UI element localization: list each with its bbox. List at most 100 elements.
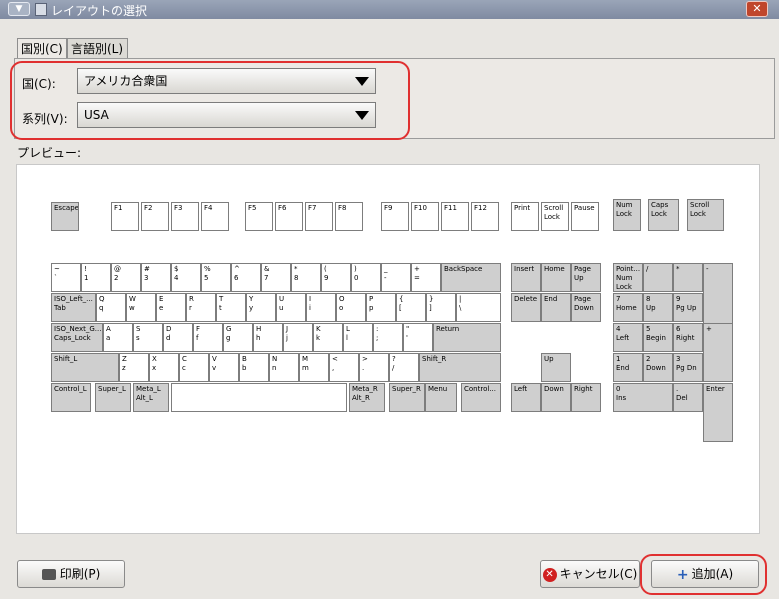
keyboard-key: : ; bbox=[373, 323, 403, 352]
keyboard-key: X x bbox=[149, 353, 179, 382]
keyboard-key: B b bbox=[239, 353, 269, 382]
keyboard-key: # 3 bbox=[141, 263, 171, 292]
keyboard-key: Point... Num Lock bbox=[613, 263, 643, 292]
keyboard-key: M m bbox=[299, 353, 329, 382]
keyboard-preview: Escape F1 F2 F3 F4 F5 F6 F7 F8 F9 F10 F11 F12 Print Sc… bbox=[16, 164, 760, 534]
keyboard-key: Menu bbox=[425, 383, 457, 412]
keyboard-key: S s bbox=[133, 323, 163, 352]
keyboard-key: { [ bbox=[396, 293, 426, 322]
keyboard-key: BackSpace bbox=[441, 263, 501, 292]
keyboard-key: " ' bbox=[403, 323, 433, 352]
keyboard-key: Control_L bbox=[51, 383, 91, 412]
keyboard-key: Down bbox=[541, 383, 571, 412]
keyboard-key: C c bbox=[179, 353, 209, 382]
cancel-label: キャンセル(C) bbox=[559, 567, 638, 581]
keyboard-key: Super_L bbox=[95, 383, 131, 412]
window-menu-icon[interactable]: ▼ bbox=[8, 2, 30, 16]
keyboard-key: 3 Pg Dn bbox=[673, 353, 703, 382]
keyboard-key: 0 Ins bbox=[613, 383, 673, 412]
keyboard-key: P p bbox=[366, 293, 396, 322]
app-icon bbox=[35, 3, 47, 16]
close-icon[interactable]: ✕ bbox=[746, 1, 768, 17]
keyboard-key: T t bbox=[216, 293, 246, 322]
keyboard-key: Meta_L Alt_L bbox=[133, 383, 169, 412]
keyboard-key: Home bbox=[541, 263, 571, 292]
keyboard-key: ISO_Left_... Tab bbox=[51, 293, 96, 322]
keyboard-key: F7 bbox=[305, 202, 333, 231]
keyboard-key: 5 Begin bbox=[643, 323, 673, 352]
keyboard-key: Num Lock bbox=[613, 199, 641, 231]
keyboard-key: / bbox=[643, 263, 673, 292]
tab-by-country[interactable]: 国別(C) bbox=[17, 38, 67, 59]
printer-icon bbox=[41, 569, 56, 580]
keyboard-key: ( 9 bbox=[321, 263, 351, 292]
keyboard-key: 6 Right bbox=[673, 323, 703, 352]
keyboard-key: ? / bbox=[389, 353, 419, 382]
keyboard-key: U u bbox=[276, 293, 306, 322]
keyboard-key: 8 Up bbox=[643, 293, 673, 322]
keyboard-key: & 7 bbox=[261, 263, 291, 292]
keyboard-key: Page Up bbox=[571, 263, 601, 292]
keyboard-key: Page Down bbox=[571, 293, 601, 322]
keyboard-key: Scroll Lock bbox=[687, 199, 724, 231]
keyboard-key: % 5 bbox=[201, 263, 231, 292]
keyboard-key: 4 Left bbox=[613, 323, 643, 352]
keyboard-key: < , bbox=[329, 353, 359, 382]
keyboard-key: Print bbox=[511, 202, 539, 231]
keyboard-key: ISO_Next_G... Caps_Lock bbox=[51, 323, 103, 352]
keyboard-key: > . bbox=[359, 353, 389, 382]
keyboard-key: | \ bbox=[456, 293, 501, 322]
keyboard-key: Meta_R Alt_R bbox=[349, 383, 385, 412]
keyboard-key: L l bbox=[343, 323, 373, 352]
cancel-button[interactable]: ✕ キャンセル(C) bbox=[540, 560, 640, 588]
keyboard-key: _ - bbox=[381, 263, 411, 292]
keyboard-key: A a bbox=[103, 323, 133, 352]
keyboard-key: Control... bbox=[461, 383, 501, 412]
keyboard-key: * bbox=[673, 263, 703, 292]
keyboard-key: J j bbox=[283, 323, 313, 352]
keyboard-key: 7 Home bbox=[613, 293, 643, 322]
print-button[interactable]: 印刷(P) bbox=[17, 560, 125, 588]
keyboard-key: Super_R bbox=[389, 383, 425, 412]
window-title: レイアウトの選択 bbox=[51, 4, 148, 18]
keyboard-key: Return bbox=[433, 323, 501, 352]
keyboard-key: H h bbox=[253, 323, 283, 352]
keyboard-key: K k bbox=[313, 323, 343, 352]
keyboard-key: F12 bbox=[471, 202, 499, 231]
keyboard-key: ~ ` bbox=[51, 263, 81, 292]
keyboard-key: N n bbox=[269, 353, 299, 382]
keyboard-key: } ] bbox=[426, 293, 456, 322]
keyboard-key: Enter bbox=[703, 383, 733, 442]
keyboard-key: ^ 6 bbox=[231, 263, 261, 292]
keyboard-key: Delete bbox=[511, 293, 541, 322]
keyboard-key: D d bbox=[163, 323, 193, 352]
keyboard-key: + bbox=[703, 323, 733, 382]
keyboard-key: F11 bbox=[441, 202, 469, 231]
highlight-box bbox=[10, 61, 410, 140]
keyboard-key: I i bbox=[306, 293, 336, 322]
keyboard-key: F8 bbox=[335, 202, 363, 231]
keyboard-key: Y y bbox=[246, 293, 276, 322]
keyboard-key: G g bbox=[223, 323, 253, 352]
keyboard-key: F9 bbox=[381, 202, 409, 231]
keyboard-key: R r bbox=[186, 293, 216, 322]
keyboard-key: Pause bbox=[571, 202, 599, 231]
keyboard-key: V v bbox=[209, 353, 239, 382]
keyboard-key: O o bbox=[336, 293, 366, 322]
keyboard-key bbox=[171, 383, 347, 412]
keyboard-key: F4 bbox=[201, 202, 229, 231]
keyboard-key: End bbox=[541, 293, 571, 322]
tab-by-language[interactable]: 言語別(L) bbox=[67, 38, 128, 59]
keyboard-key: Z z bbox=[119, 353, 149, 382]
keyboard-key: F f bbox=[193, 323, 223, 352]
keyboard-key: * 8 bbox=[291, 263, 321, 292]
cancel-icon: ✕ bbox=[542, 567, 557, 582]
keyboard-key: Caps Lock bbox=[648, 199, 679, 231]
keyboard-key: Scroll Lock bbox=[541, 202, 569, 231]
keyboard-key: Q q bbox=[96, 293, 126, 322]
keyboard-key: Up bbox=[541, 353, 571, 382]
keyboard-key: Escape bbox=[51, 202, 79, 231]
keyboard-key: ) 0 bbox=[351, 263, 381, 292]
keyboard-key: F2 bbox=[141, 202, 169, 231]
keyboard-key: F6 bbox=[275, 202, 303, 231]
